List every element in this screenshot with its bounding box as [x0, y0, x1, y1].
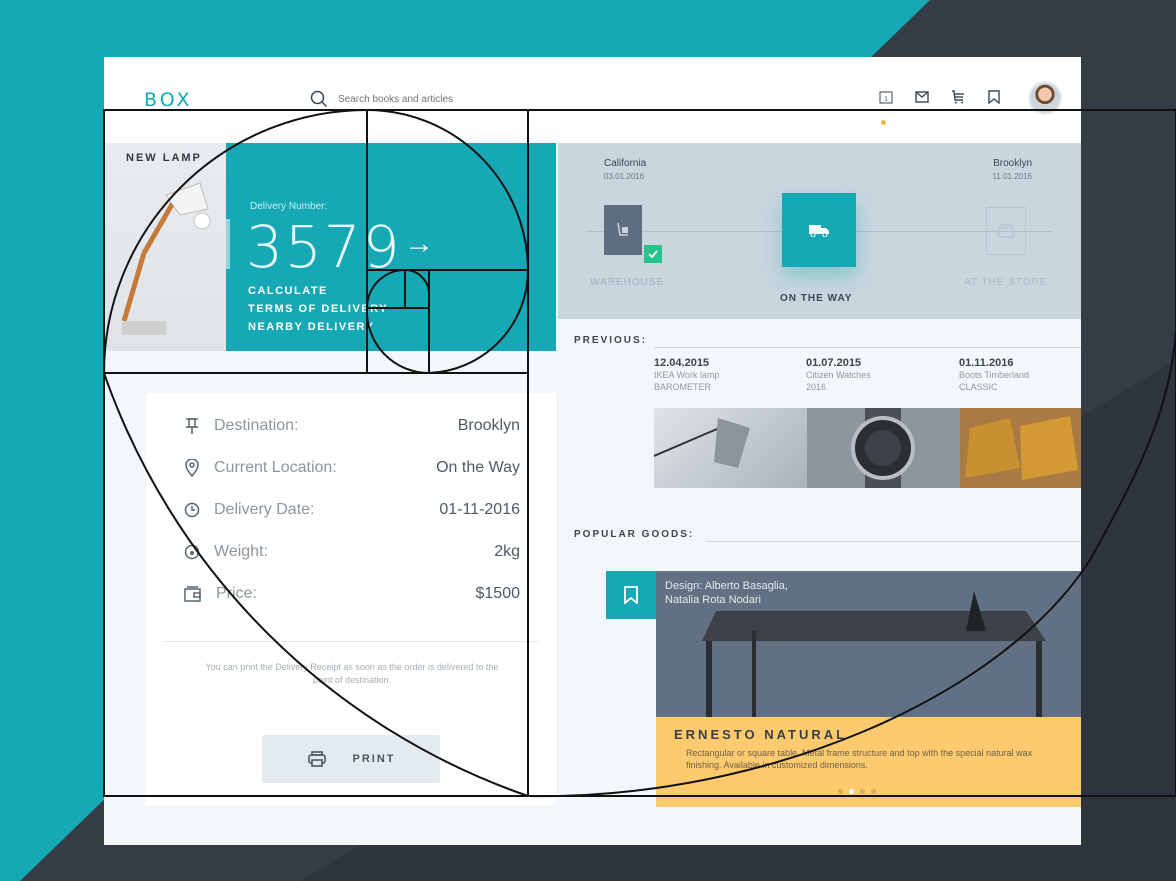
step-label-at-the-store: AT THE STORE [964, 277, 1048, 288]
product-info-panel: ERNESTO NATURAL Rectangular or square ta… [656, 717, 1081, 807]
origin-city: California [604, 158, 647, 169]
divider [706, 541, 1081, 542]
detail-label: Current Location: [214, 459, 337, 476]
detail-row-destination: Destination: Brooklyn [184, 417, 520, 435]
designer-credit: Design: Alberto Basaglia, Natalia Rota N… [665, 579, 788, 607]
detail-label: Destination: [214, 417, 299, 434]
bookmark-icon[interactable] [986, 89, 1002, 105]
previous-item-name: IKEA Work lamp [654, 370, 720, 380]
origin-date: 03.01.2016 [604, 172, 645, 181]
carousel-dot[interactable] [849, 789, 854, 794]
previous-item-brand: 2016 [806, 382, 827, 392]
detail-value: 2kg [494, 543, 520, 560]
store-icon [998, 224, 1014, 238]
logo[interactable]: BOX [144, 89, 192, 111]
step-warehouse[interactable] [604, 205, 642, 255]
wallet-icon [184, 586, 201, 602]
check-icon [644, 245, 662, 263]
previous-item[interactable]: 12.04.2015 IKEA Work lamp BAROMETER [654, 357, 719, 393]
cart-icon[interactable] [950, 89, 966, 105]
previous-item-date: 01.11.2016 [959, 357, 1014, 369]
divider [164, 641, 538, 642]
lamp-image [104, 143, 226, 351]
carousel-dot[interactable] [838, 789, 843, 794]
pin-icon [186, 418, 198, 434]
detail-label: Price: [216, 585, 257, 602]
popular-title: POPULAR GOODS: [574, 529, 695, 540]
carousel-dot[interactable] [860, 789, 865, 794]
detail-row-weight: Weight: 2kg [184, 543, 520, 561]
designer-line: Design: Alberto Basaglia, [665, 580, 788, 592]
delivery-details-card: Destination: Brooklyn Current Location: … [146, 393, 556, 805]
previous-item-brand: BAROMETER [654, 382, 712, 392]
previous-title: PREVIOUS: [574, 335, 648, 346]
location-icon [185, 459, 199, 477]
detail-row-current-location: Current Location: On the Way [184, 459, 520, 477]
printer-icon [307, 751, 326, 767]
hand-truck-icon [617, 222, 628, 236]
delivery-number: 3579 [246, 213, 402, 281]
shipment-tracker: California 03.01.2016 Brooklyn 11.01.201… [558, 143, 1081, 319]
avatar[interactable] [1028, 81, 1062, 115]
previous-item[interactable]: 01.11.2016 Boots Timberland CLASSIC [959, 357, 1029, 393]
product-description: Rectangular or square table. Metal frame… [686, 748, 1033, 770]
previous-item-name: Citizen Watches [806, 370, 871, 380]
product-name: ERNESTO NATURAL [674, 727, 848, 742]
product-label: NEW LAMP [126, 152, 202, 164]
notification-dot [881, 120, 886, 125]
calendar-number: 1 [884, 96, 888, 103]
bookmark-icon [624, 586, 638, 604]
carousel-dot[interactable] [871, 789, 876, 794]
weight-icon [184, 544, 200, 560]
truck-icon [809, 225, 829, 237]
calculate-link[interactable]: CALCULATE [248, 285, 388, 297]
destination-date: 11.01.2016 [992, 172, 1032, 181]
previous-item-brand: CLASSIC [959, 382, 998, 392]
arrow-right-icon[interactable]: → [404, 227, 434, 261]
previous-item-date: 01.07.2015 [806, 357, 862, 369]
clock-icon [184, 502, 200, 518]
accent-bar [226, 219, 230, 269]
detail-value: 01-11-2016 [439, 501, 520, 518]
boots-thumbnail[interactable] [960, 408, 1081, 488]
mail-icon[interactable] [914, 89, 930, 105]
origin: California 03.01.2016 [604, 157, 646, 183]
lamp-thumbnail[interactable] [653, 408, 807, 488]
print-label: PRINT [352, 753, 396, 765]
detail-value: On the Way [436, 459, 520, 476]
detail-value: $1500 [475, 585, 521, 602]
search-input[interactable] [336, 92, 520, 106]
detail-label: Delivery Date: [214, 501, 315, 518]
search-icon[interactable] [310, 90, 328, 108]
search-box[interactable] [310, 90, 520, 108]
calendar-icon[interactable]: 1 [878, 89, 894, 105]
terms-of-delivery-link[interactable]: TERMS OF DELIVERY [248, 303, 388, 315]
previous-item-date: 12.04.2015 [654, 357, 710, 369]
designer-line: Natalia Rota Nodari [665, 594, 761, 606]
step-at-the-store[interactable] [986, 207, 1026, 255]
app-window: BOX 1 [104, 57, 1081, 845]
top-bar: BOX 1 [104, 57, 1081, 143]
step-label-warehouse: WAREHOUSE [590, 277, 665, 288]
detail-row-price: Price: $1500 [184, 585, 520, 603]
detail-label: Weight: [214, 543, 268, 560]
carousel-dots [838, 789, 876, 794]
destination-city: Brooklyn [993, 158, 1032, 169]
watch-thumbnail[interactable] [807, 408, 960, 488]
divider [654, 347, 1081, 348]
detail-row-delivery-date: Delivery Date: 01-11-2016 [184, 501, 520, 519]
detail-value: Brooklyn [457, 417, 520, 434]
delivery-number-label: Delivery Number: [250, 201, 328, 212]
print-note: You can print the Delivery Receipt as so… [205, 662, 499, 685]
delivery-hero: Delivery Number: 3579 → CALCULATE TERMS … [226, 143, 556, 351]
bookmark-button[interactable] [606, 571, 656, 619]
previous-item[interactable]: 01.07.2015 Citizen Watches 2016 [806, 357, 871, 393]
step-on-the-way[interactable] [782, 193, 856, 267]
print-button[interactable]: PRINT [262, 735, 440, 783]
step-label-on-the-way: ON THE WAY [780, 293, 853, 304]
previous-item-name: Boots Timberland [959, 370, 1030, 380]
destination: Brooklyn 11.01.2016 [986, 157, 1032, 183]
nearby-delivery-link[interactable]: NEARBY DELIVERY [248, 321, 388, 333]
